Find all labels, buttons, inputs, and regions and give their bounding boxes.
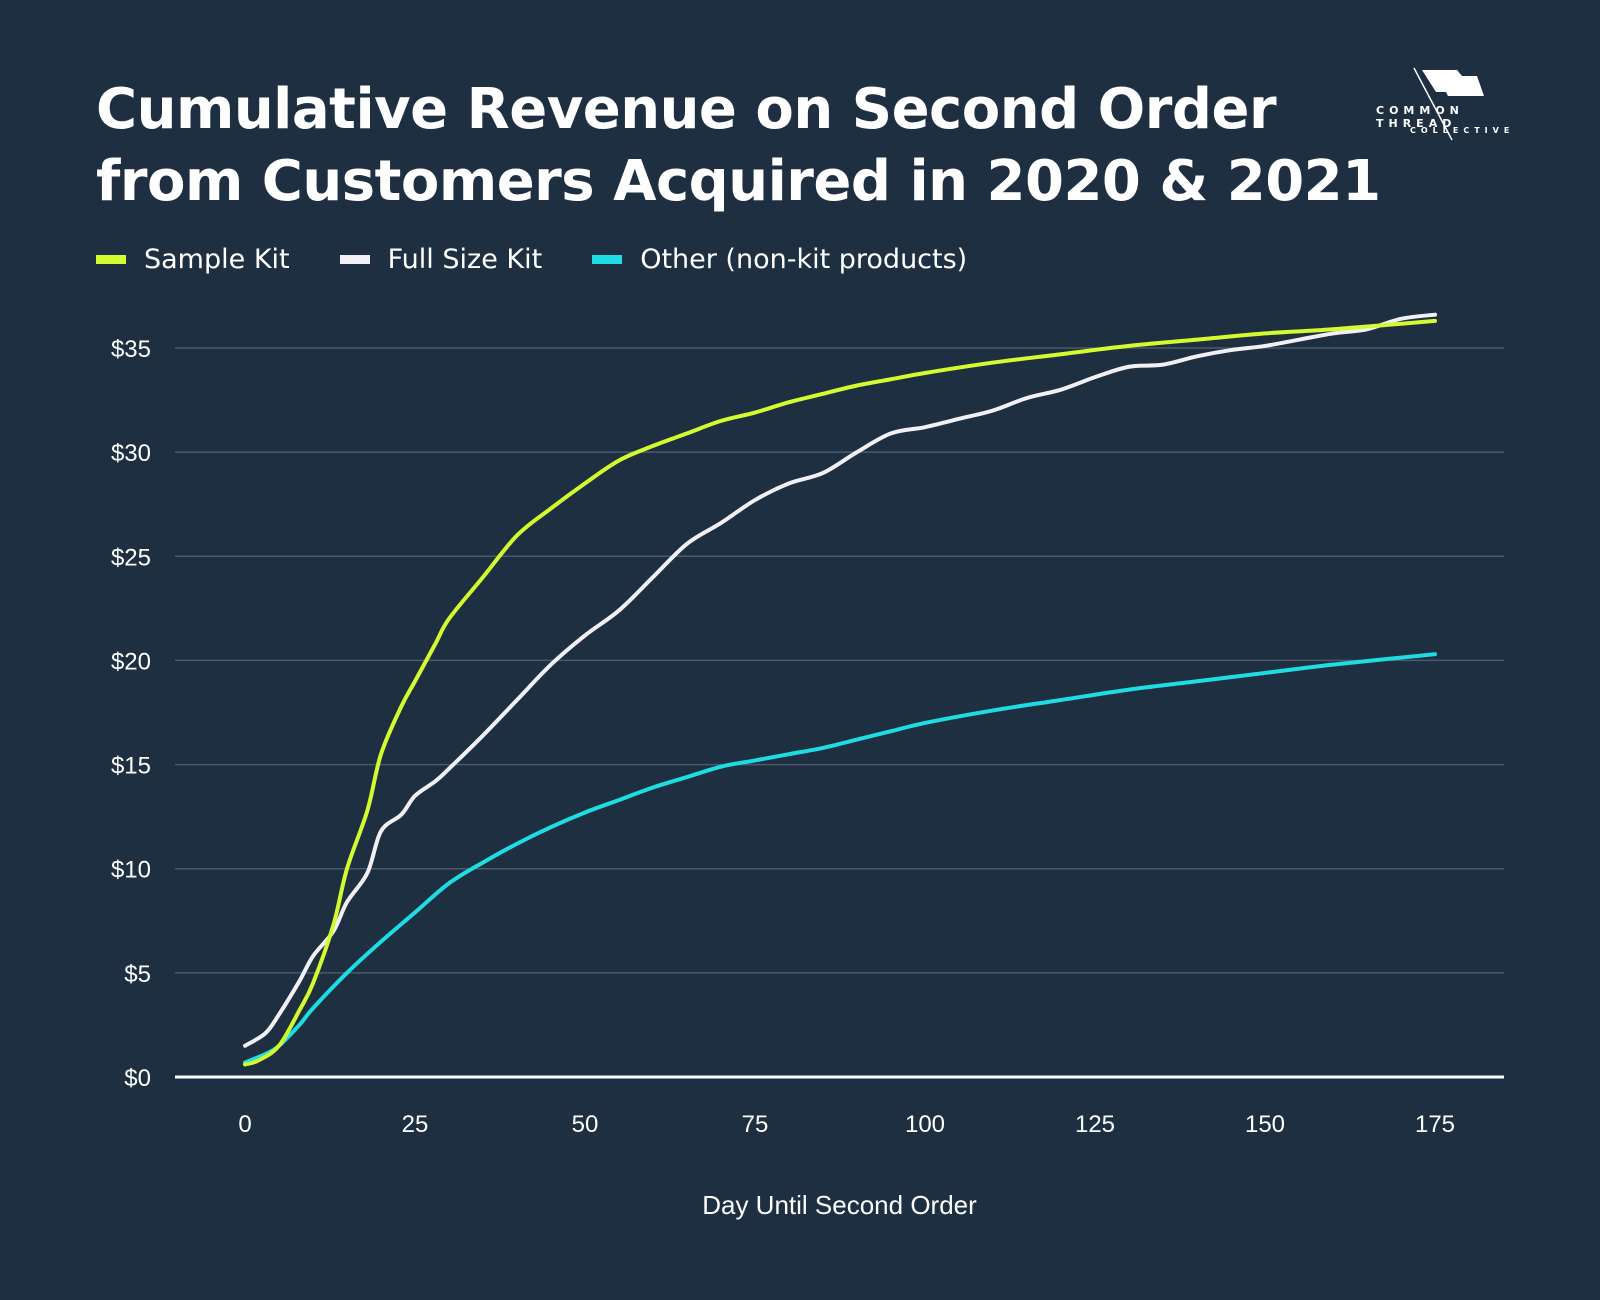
y-tick-label: $15	[111, 753, 151, 780]
x-tick-label: 0	[238, 1111, 251, 1138]
x-axis-label: Day Until Second Order	[702, 1190, 977, 1220]
series-line-sample-kit	[243, 318, 1437, 1067]
y-tick-label: $0	[124, 1065, 151, 1092]
series-line-full-size-kit	[243, 312, 1437, 1048]
x-tick-label: 150	[1245, 1111, 1285, 1138]
y-tick-label: $30	[111, 440, 151, 467]
y-tick-label: $20	[111, 648, 151, 675]
y-tick-label: $25	[111, 544, 151, 571]
x-tick-label: 50	[572, 1111, 599, 1138]
x-tick-label: 75	[742, 1111, 769, 1138]
line-chart: $0 $5 $10 $15 $20 $25 $30 $35 0 25 50 75 100 125 150 17…	[111, 312, 1504, 1220]
y-tick-label: $5	[124, 961, 151, 988]
y-tick-label: $35	[111, 336, 151, 363]
x-tick-label: 125	[1075, 1111, 1115, 1138]
x-tick-label: 25	[402, 1111, 429, 1138]
series-line-other-non-kit-products	[243, 652, 1437, 1065]
y-tick-label: $10	[111, 857, 151, 884]
x-tick-label: 175	[1415, 1111, 1455, 1138]
x-tick-label: 100	[905, 1111, 945, 1138]
